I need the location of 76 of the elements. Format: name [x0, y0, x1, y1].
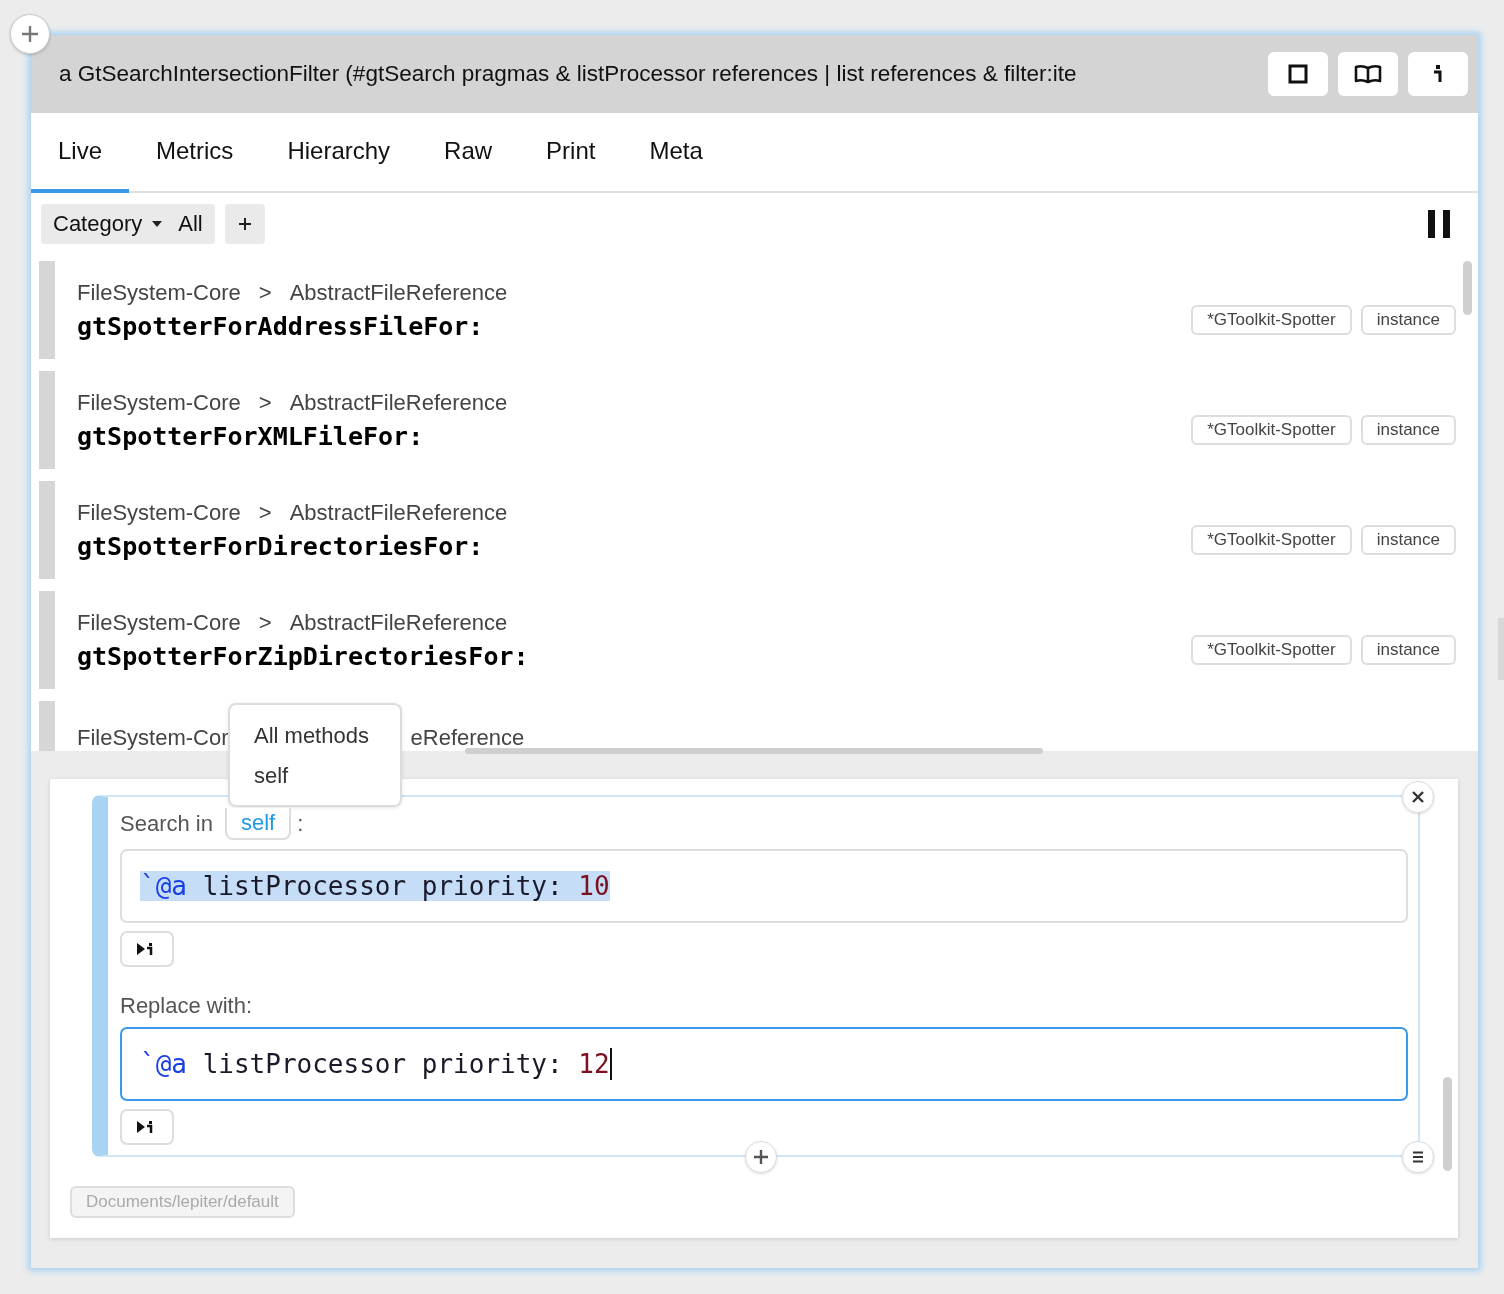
- text-cursor: [609, 1048, 612, 1080]
- tab[interactable]: Print: [519, 113, 623, 193]
- method-name: gtSpotterForXMLFileFor:: [77, 421, 425, 451]
- class-name: eReference: [410, 725, 525, 751]
- database-path: Documents/lepiter/default: [70, 1186, 295, 1218]
- result-item[interactable]: FileSystem-Core > AbstractFileReference gtSpotterForAddressFileFor: *GToolkit-Spotter instance: [39, 261, 1456, 359]
- tag-label: instance: [1360, 415, 1456, 445]
- code-token: `@a: [140, 1049, 187, 1079]
- colon-label: :: [297, 811, 304, 837]
- code-token: listProcessor priority:: [202, 871, 563, 901]
- tag-label: instance: [1360, 305, 1456, 335]
- path-separator: >: [258, 389, 272, 416]
- tag-label: *GToolkit-Spotter: [1191, 415, 1352, 445]
- replace-label: Replace with:: [120, 993, 254, 1019]
- package-name: FileSystem-Cor: [77, 725, 229, 751]
- scrollbar[interactable]: [1443, 1077, 1452, 1171]
- info-icon: [1433, 64, 1443, 84]
- code-token: `@a: [140, 871, 187, 901]
- package-name: FileSystem-Core: [77, 609, 241, 636]
- scrollbar[interactable]: [1463, 261, 1472, 315]
- tag-label: instance: [1360, 525, 1456, 555]
- tag-label: *GToolkit-Spotter: [1191, 525, 1352, 555]
- tab[interactable]: Hierarchy: [260, 113, 418, 193]
- package-name: FileSystem-Core: [77, 389, 241, 416]
- code-token: listProcessor priority:: [202, 1049, 563, 1079]
- menu-icon: [1412, 1151, 1424, 1163]
- path-separator: >: [258, 279, 272, 306]
- tab[interactable]: Metrics: [129, 113, 261, 193]
- package-name: FileSystem-Core: [77, 279, 241, 306]
- add-snippet-button[interactable]: [745, 1141, 777, 1173]
- maximize-button[interactable]: [1268, 52, 1328, 96]
- search-label: Search in: [120, 811, 213, 837]
- path-separator: >: [258, 499, 272, 526]
- plus-icon: [238, 218, 251, 230]
- method-name: gtSpotterForZipDirectoriesFor:: [77, 641, 530, 671]
- code-token: 10: [578, 871, 610, 901]
- class-name: AbstractFileReference: [289, 279, 508, 306]
- plus-icon: [20, 24, 40, 44]
- tab[interactable]: Live: [31, 113, 130, 193]
- plus-icon: [754, 1150, 768, 1164]
- window-title: a GtSearchIntersectionFilter (#gtSearch pragmas & listProcessor references | list references & filter:ite: [59, 61, 1078, 87]
- result-item[interactable]: FileSystem-Core > AbstractFileReference gtSpotterForXMLFileFor: *GToolkit-Spotter instance: [39, 371, 1456, 469]
- class-name: AbstractFileReference: [289, 389, 508, 416]
- add-filter-button[interactable]: [224, 204, 265, 244]
- menu-button[interactable]: [1402, 1141, 1434, 1173]
- info-button[interactable]: [1408, 52, 1468, 96]
- book-icon: [1354, 64, 1382, 84]
- tab[interactable]: Raw: [417, 113, 520, 193]
- add-button[interactable]: [10, 14, 50, 54]
- category-filter[interactable]: Category All: [41, 204, 215, 244]
- tag-label: *GToolkit-Spotter: [1191, 305, 1352, 335]
- pause-icon[interactable]: [1428, 210, 1450, 238]
- result-item[interactable]: FileSystem-Core > AbstractFileReference gtSpotterForZipDirectoriesFor: *GToolkit-Spotter instance: [39, 591, 1456, 689]
- close-button[interactable]: [1402, 781, 1434, 813]
- square-icon: [1288, 64, 1308, 84]
- result-item[interactable]: FileSystem-Core > AbstractFileReference gtSpotterForDirectoriesFor: *GToolkit-Spotter instance: [39, 481, 1456, 579]
- method-name: gtSpotterForDirectoriesFor:: [77, 531, 485, 561]
- package-name: FileSystem-Core: [77, 499, 241, 526]
- browse-button[interactable]: [1338, 52, 1398, 96]
- run-button[interactable]: [120, 931, 174, 967]
- close-icon: [1412, 791, 1424, 803]
- tag-label: instance: [1360, 635, 1456, 665]
- menu-item[interactable]: self: [230, 759, 400, 799]
- tab[interactable]: Meta: [622, 113, 730, 193]
- menu-item[interactable]: All methods: [230, 719, 400, 759]
- caret-icon: [152, 221, 163, 227]
- class-name: AbstractFileReference: [289, 609, 508, 636]
- tag-label: *GToolkit-Spotter: [1191, 635, 1352, 665]
- scrollbar[interactable]: [465, 748, 1043, 754]
- search-field[interactable]: `@a listProcessor priority: 10: [120, 849, 1408, 923]
- method-name: gtSpotterForAddressFileFor:: [77, 311, 485, 341]
- path-separator: >: [258, 609, 272, 636]
- code-token: 12: [578, 1049, 610, 1079]
- run-button[interactable]: [120, 1109, 174, 1145]
- class-name: AbstractFileReference: [289, 499, 508, 526]
- replace-field[interactable]: `@a listProcessor priority: 12: [120, 1027, 1408, 1101]
